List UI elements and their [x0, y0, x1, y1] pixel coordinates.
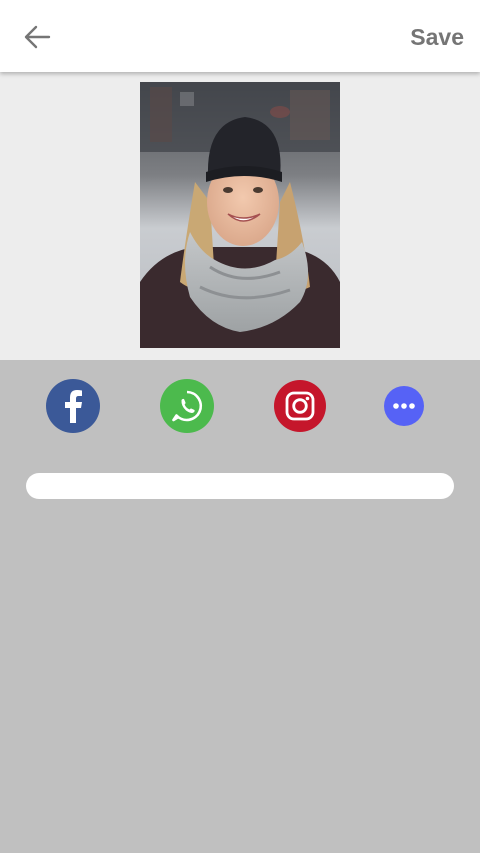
image-preview-area	[0, 72, 480, 360]
arrow-left-icon	[24, 25, 51, 49]
back-button[interactable]	[18, 20, 58, 54]
more-options-icon	[384, 386, 424, 426]
whatsapp-share-button[interactable]	[160, 379, 214, 433]
instagram-share-button[interactable]	[274, 380, 326, 432]
save-progress-bar	[26, 473, 454, 499]
facebook-share-button[interactable]	[46, 379, 100, 433]
preview-photo	[140, 82, 340, 348]
instagram-icon	[274, 380, 326, 432]
share-panel	[0, 360, 480, 853]
save-button[interactable]: Save	[410, 20, 464, 54]
top-app-bar: Save	[0, 0, 480, 72]
facebook-icon	[46, 379, 100, 433]
save-share-screen: Save	[0, 0, 480, 853]
more-share-options-button[interactable]	[384, 386, 424, 426]
whatsapp-icon	[160, 379, 214, 433]
